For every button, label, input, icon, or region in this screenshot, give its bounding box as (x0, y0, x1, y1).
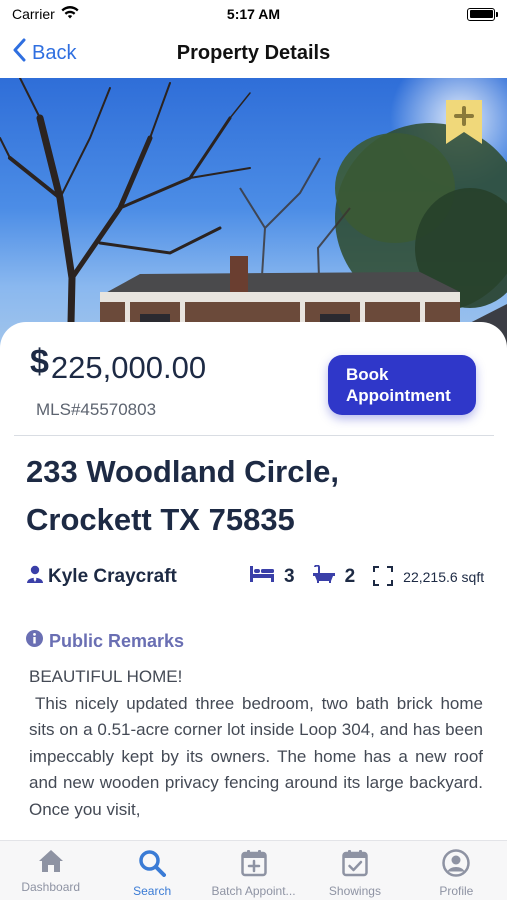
bathrooms: 2 (312, 564, 356, 589)
public-remarks-text: BEAUTIFUL HOME! This nicely updated thre… (29, 664, 483, 823)
remarks-title: BEAUTIFUL HOME! (29, 667, 183, 686)
tab-dashboard[interactable]: Dashboard (0, 841, 101, 900)
price: $ 225,000.00 (30, 344, 206, 388)
battery-icon (467, 7, 498, 21)
carrier-label: Carrier (12, 6, 55, 22)
agent-name: Kyle Craycraft (48, 566, 177, 587)
calendar-check-icon (342, 849, 368, 880)
address-line-1: 233 Woodland Circle, (26, 454, 339, 489)
status-left: Carrier (12, 6, 79, 22)
navigation-bar: Back Property Details (0, 28, 507, 78)
expand-icon (373, 565, 394, 589)
tab-search[interactable]: Search (101, 841, 202, 900)
bed-icon (250, 566, 274, 588)
tab-showings[interactable]: Showings (304, 841, 405, 900)
tab-label: Batch Appoint... (211, 884, 296, 898)
property-facts: Kyle Craycraft 3 2 22,215.6 sqft (26, 564, 486, 590)
bedrooms: 3 (250, 566, 295, 588)
back-label: Back (32, 41, 77, 64)
public-remarks-heading: Public Remarks (26, 630, 184, 652)
tab-label: Dashboard (21, 880, 81, 894)
divider (14, 435, 494, 436)
agent-icon (26, 565, 44, 589)
bedrooms-count: 3 (284, 566, 295, 587)
calendar-plus-icon (240, 849, 267, 880)
facts-list: 3 2 22,215.6 sqft (250, 564, 485, 589)
profile-icon (442, 849, 471, 880)
agent-link[interactable]: Kyle Craycraft (26, 565, 177, 589)
info-icon (26, 630, 43, 652)
house-icon (38, 849, 64, 876)
tab-label: Profile (439, 884, 474, 898)
remarks-text: This nicely updated three bedroom, two b… (29, 693, 483, 819)
bath-icon (312, 564, 335, 589)
back-button[interactable]: Back (12, 38, 76, 68)
status-bar: Carrier 5:17 AM (0, 0, 507, 28)
tab-label: Search (133, 884, 172, 898)
price-value: 225,000.00 (50, 350, 207, 385)
mls-number: MLS#45570803 (36, 400, 157, 419)
address-line-2: Crockett TX 75835 (26, 502, 295, 537)
wifi-icon (61, 6, 79, 22)
property-details-card: $ 225,000.00 MLS#45570803 Book Appointme… (0, 322, 507, 842)
price-currency: $ (30, 343, 49, 381)
tab-batch-appointments[interactable]: Batch Appoint... (203, 841, 304, 900)
bathrooms-count: 2 (344, 566, 356, 587)
remarks-heading-label: Public Remarks (49, 630, 185, 651)
tab-label: Showings (328, 884, 381, 898)
chevron-left-icon (12, 38, 26, 68)
property-address: 233 Woodland Circle, Crockett TX 75835 (26, 448, 486, 544)
tab-bar: Dashboard Search Batch Appoint... Showin… (0, 840, 507, 900)
book-appointment-button[interactable]: Book Appointment (328, 355, 476, 415)
square-footage: 22,215.6 sqft (373, 565, 485, 589)
search-icon (138, 849, 167, 880)
tab-profile[interactable]: Profile (406, 841, 507, 900)
bookmark-plus-icon[interactable] (446, 100, 482, 144)
sqft-value: 22,215.6 sqft (403, 569, 485, 585)
